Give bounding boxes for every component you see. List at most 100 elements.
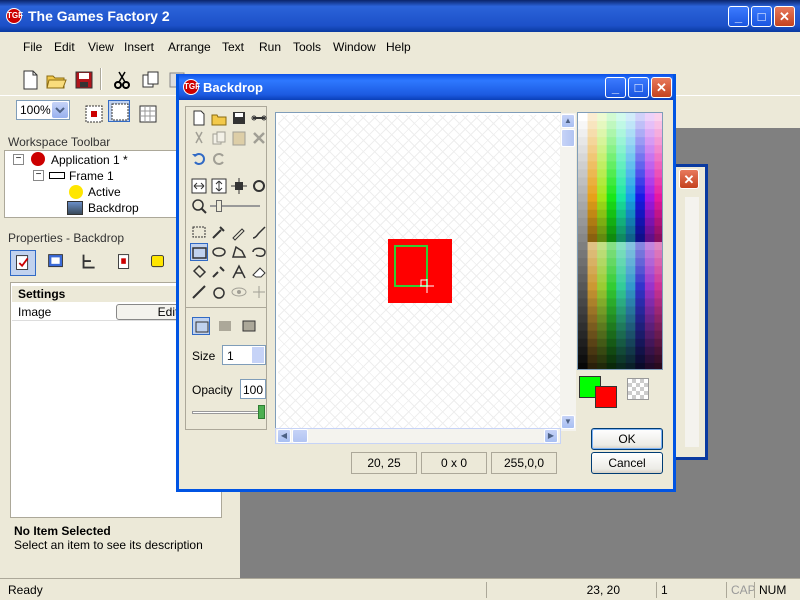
palette-swatch[interactable] <box>625 346 636 356</box>
canvas-horizontal-scrollbar[interactable]: ◀ ▶ <box>275 428 561 444</box>
palette-swatch[interactable] <box>625 258 636 267</box>
palette-swatch[interactable] <box>635 209 646 219</box>
palette-swatch[interactable] <box>597 250 608 259</box>
menu-arrange[interactable]: Arrange <box>168 40 211 54</box>
palette-swatch[interactable] <box>625 250 636 259</box>
settings-tab-icon[interactable] <box>10 250 36 276</box>
palette-swatch[interactable] <box>654 250 663 259</box>
palette-swatch[interactable] <box>578 298 589 307</box>
palette-swatch[interactable] <box>625 338 636 348</box>
palette-swatch[interactable] <box>644 145 655 154</box>
palette-swatch[interactable] <box>587 193 598 203</box>
palette-swatch[interactable] <box>635 201 646 211</box>
palette-swatch[interactable] <box>625 161 636 170</box>
palette-swatch[interactable] <box>654 113 663 122</box>
rotate-tool-icon[interactable] <box>210 283 228 301</box>
spinner-down-icon[interactable] <box>252 355 264 363</box>
palette-swatch[interactable] <box>654 161 663 170</box>
dialog-close-button[interactable]: ✕ <box>651 77 672 98</box>
link-icon[interactable] <box>250 109 268 127</box>
palette-swatch[interactable] <box>644 161 655 170</box>
palette-swatch[interactable] <box>644 354 655 364</box>
open-folder-icon[interactable] <box>44 68 67 90</box>
copy-icon[interactable] <box>210 129 228 147</box>
palette-swatch[interactable] <box>654 217 663 227</box>
palette-swatch[interactable] <box>578 137 589 146</box>
palette-swatch[interactable] <box>616 322 627 332</box>
palette-swatch[interactable] <box>625 121 636 130</box>
palette-swatch[interactable] <box>635 330 646 340</box>
palette-swatch[interactable] <box>578 177 589 187</box>
menu-view[interactable]: View <box>88 40 114 54</box>
palette-swatch[interactable] <box>578 193 589 203</box>
palette-swatch[interactable] <box>616 258 627 267</box>
line-tool-icon[interactable] <box>190 283 208 301</box>
palette-swatch[interactable] <box>635 266 646 275</box>
palette-swatch[interactable] <box>606 233 617 243</box>
palette-swatch[interactable] <box>635 314 646 324</box>
palette-swatch[interactable] <box>606 322 617 332</box>
scroll-up-icon[interactable]: ▲ <box>561 114 575 128</box>
palette-swatch[interactable] <box>654 362 663 370</box>
palette-swatch[interactable] <box>587 274 598 283</box>
palette-swatch[interactable] <box>606 306 617 316</box>
palette-swatch[interactable] <box>644 322 655 332</box>
palette-swatch[interactable] <box>587 290 598 299</box>
polygon-tool-icon[interactable] <box>230 243 248 261</box>
selection-icon[interactable] <box>190 223 208 241</box>
palette-swatch[interactable] <box>635 338 646 348</box>
palette-swatch[interactable] <box>597 354 608 364</box>
palette-swatch[interactable] <box>625 233 636 243</box>
palette-swatch[interactable] <box>625 177 636 187</box>
maximize-button[interactable]: □ <box>751 6 772 27</box>
palette-swatch[interactable] <box>597 161 608 170</box>
palette-swatch[interactable] <box>616 250 627 259</box>
palette-swatch[interactable] <box>625 217 636 227</box>
palette-swatch[interactable] <box>635 274 646 283</box>
palette-swatch[interactable] <box>644 290 655 299</box>
palette-swatch[interactable] <box>597 306 608 316</box>
palette-swatch[interactable] <box>597 233 608 243</box>
palette-swatch[interactable] <box>625 145 636 154</box>
cancel-button[interactable]: Cancel <box>591 452 663 474</box>
palette-swatch[interactable] <box>644 217 655 227</box>
scroll-right-icon[interactable]: ▶ <box>544 429 558 443</box>
palette-swatch[interactable] <box>578 185 589 195</box>
palette-swatch[interactable] <box>587 258 598 267</box>
vertical-scroll-thumb[interactable] <box>561 129 575 147</box>
palette-swatch[interactable] <box>587 209 598 219</box>
palette-swatch[interactable] <box>616 161 627 170</box>
palette-swatch[interactable] <box>597 185 608 195</box>
palette-swatch[interactable] <box>578 250 589 259</box>
undo-icon[interactable] <box>190 149 208 167</box>
palette-swatch[interactable] <box>578 258 589 267</box>
palette-swatch[interactable] <box>635 282 646 291</box>
palette-swatch[interactable] <box>635 169 646 178</box>
palette-swatch[interactable] <box>644 201 655 211</box>
palette-swatch[interactable] <box>625 314 636 324</box>
close-icon[interactable]: ✕ <box>679 169 699 189</box>
palette-swatch[interactable] <box>597 274 608 283</box>
palette-swatch[interactable] <box>597 137 608 146</box>
palette-swatch[interactable] <box>606 193 617 203</box>
palette-swatch[interactable] <box>625 282 636 291</box>
outline-filled-mode-icon[interactable] <box>240 317 258 335</box>
palette-swatch[interactable] <box>606 266 617 275</box>
palette-swatch[interactable] <box>635 161 646 170</box>
palette-swatch[interactable] <box>587 217 598 227</box>
close-button[interactable]: ✕ <box>774 6 795 27</box>
palette-swatch[interactable] <box>606 137 617 146</box>
palette-swatch[interactable] <box>616 153 627 162</box>
palette-swatch[interactable] <box>644 242 655 251</box>
palette-swatch[interactable] <box>654 177 663 187</box>
palette-swatch[interactable] <box>644 193 655 203</box>
palette-swatch[interactable] <box>654 225 663 235</box>
palette-swatch[interactable] <box>654 298 663 307</box>
palette-swatch[interactable] <box>625 169 636 178</box>
palette-swatch[interactable] <box>578 266 589 275</box>
palette-swatch[interactable] <box>587 242 598 251</box>
palette-swatch[interactable] <box>616 169 627 178</box>
palette-swatch[interactable] <box>635 129 646 138</box>
palette-swatch[interactable] <box>616 330 627 340</box>
palette-swatch[interactable] <box>654 137 663 146</box>
